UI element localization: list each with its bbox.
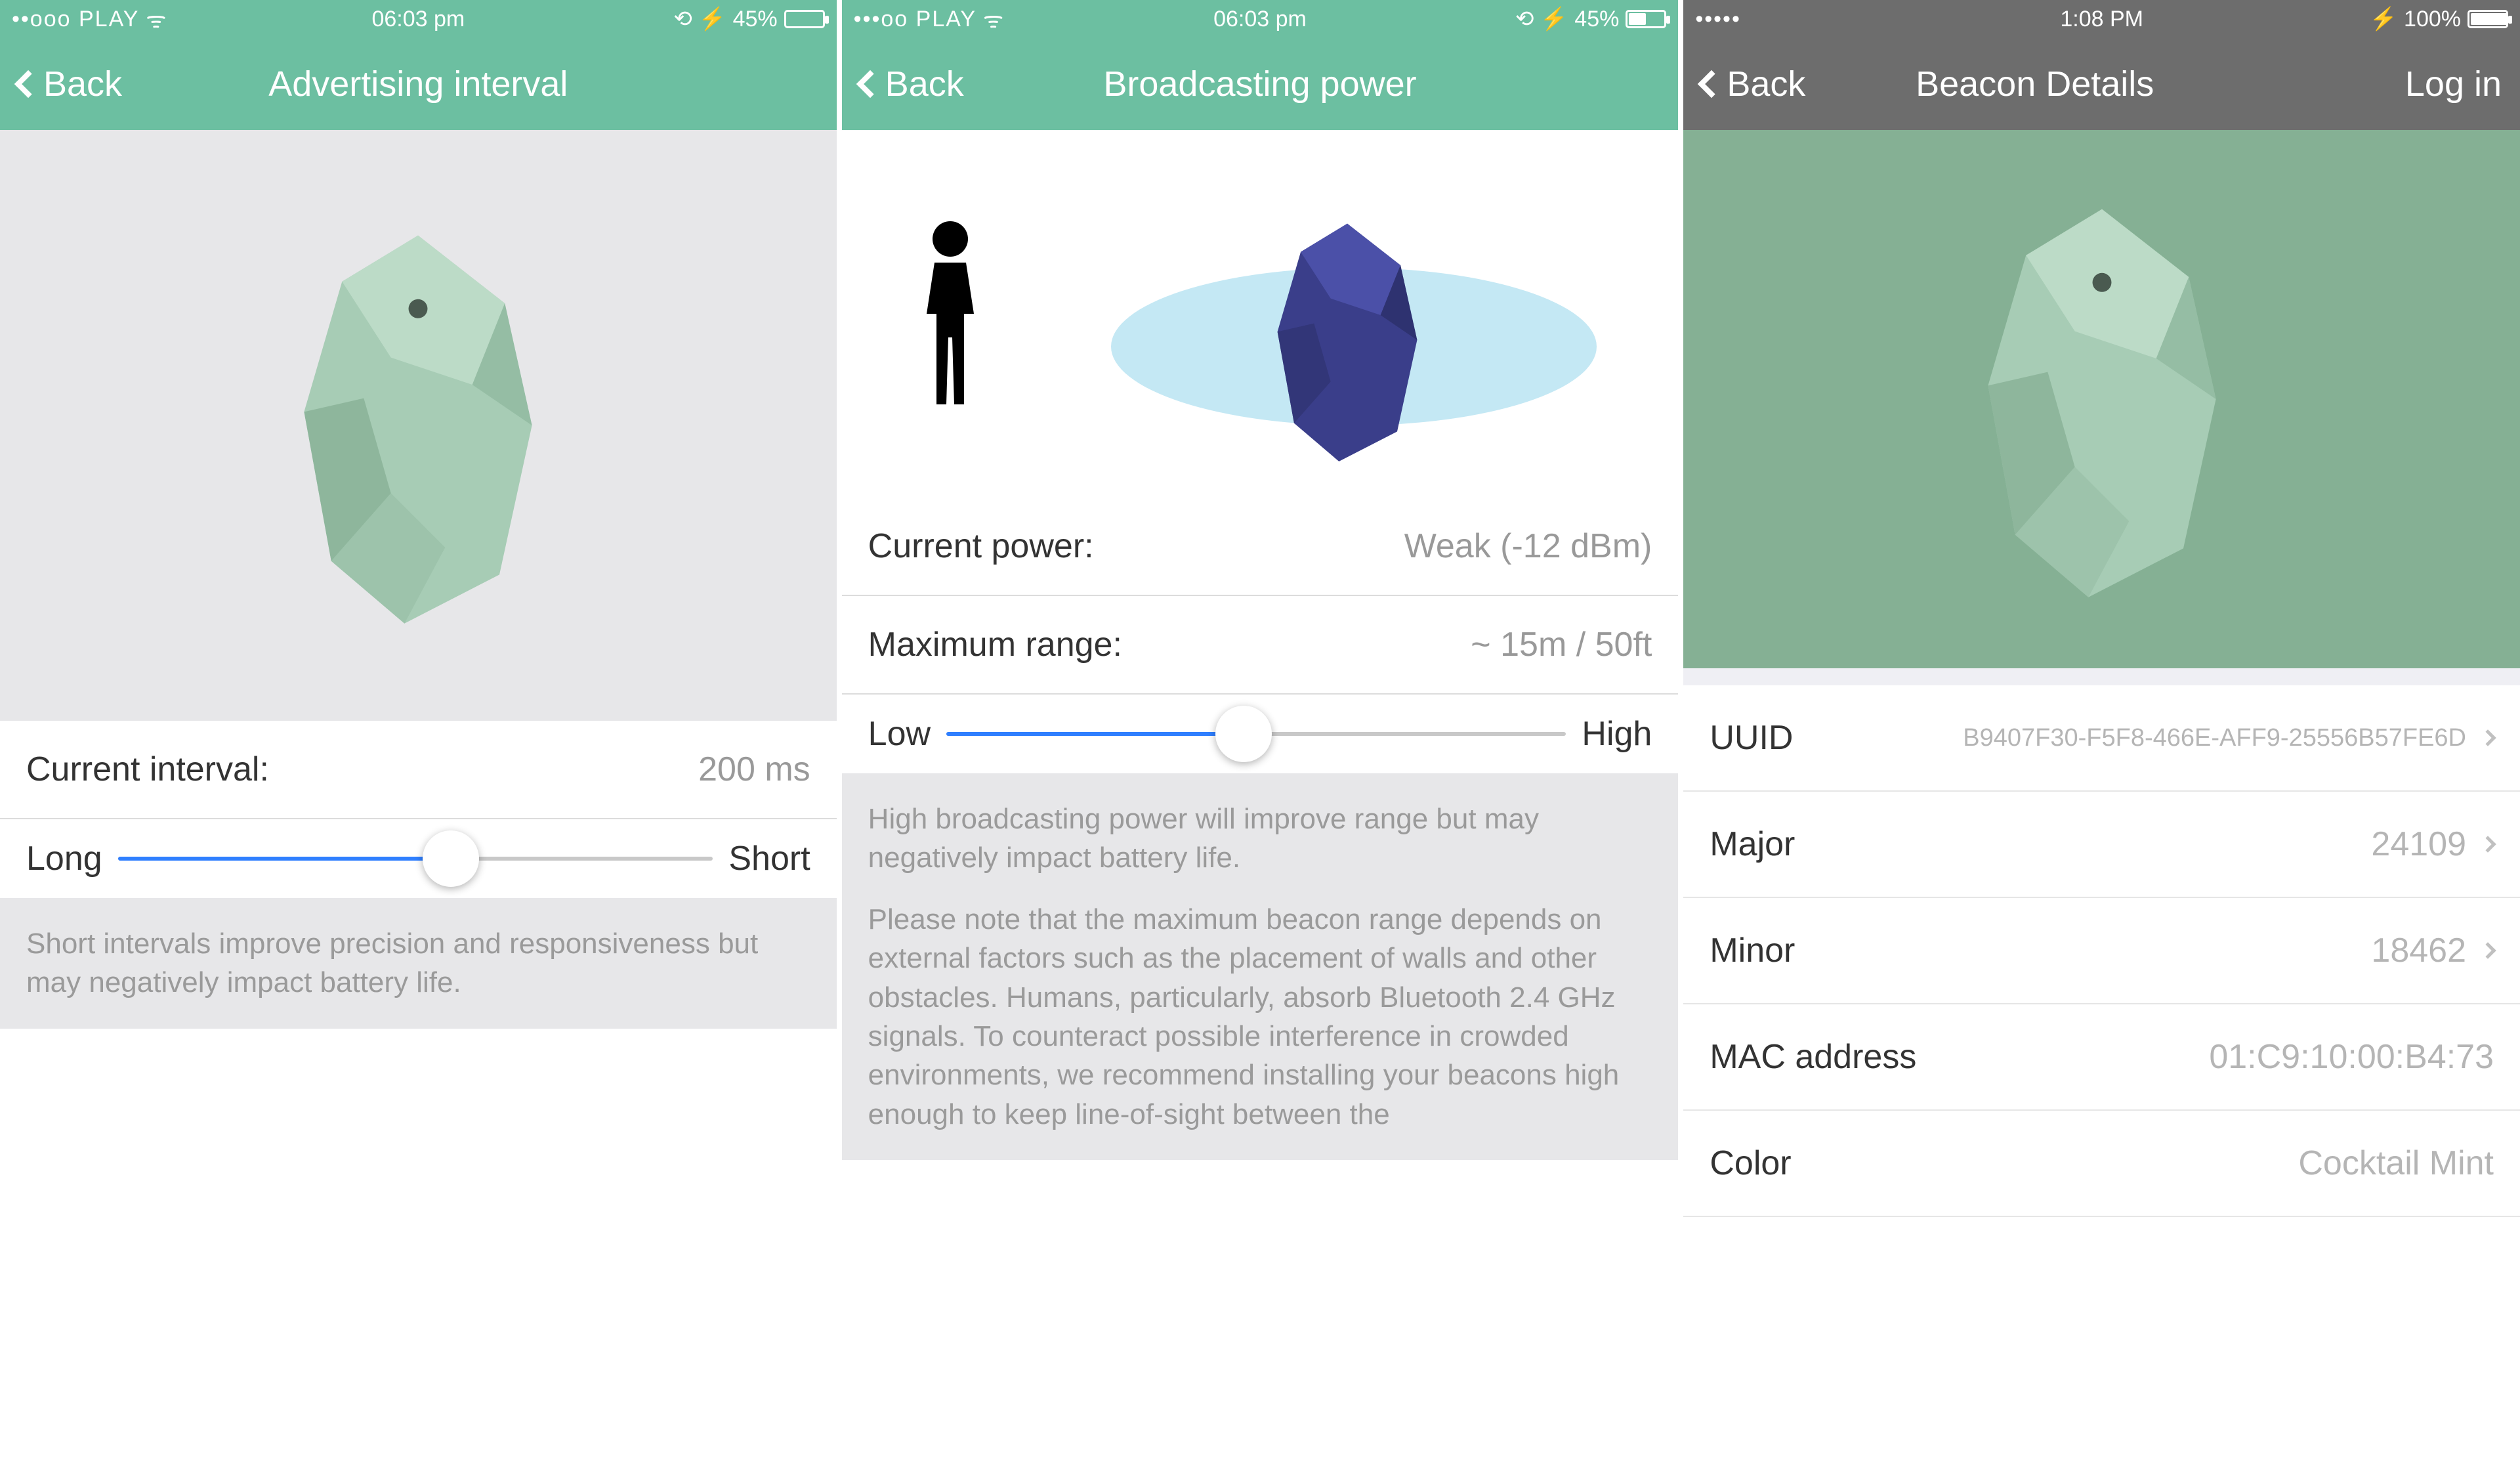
wifi-icon: ᯤ (983, 4, 1003, 34)
mac-value: 01:C9:10:00:B4:73 (2209, 1037, 2494, 1077)
nav-bar: Back Beacon Details Log in (1683, 38, 2520, 130)
section-spacer (1683, 668, 2520, 685)
help-text: Short intervals improve precision and re… (0, 898, 837, 1029)
chevron-left-icon (14, 70, 42, 98)
color-label: Color (1710, 1144, 1791, 1183)
current-power-label: Current power: (868, 526, 1094, 566)
status-bar: ••ooo PLAY ᯤ 06:03 pm ⟲ ⚡ 45% (0, 0, 837, 38)
chevron-right-icon (2479, 729, 2496, 746)
screen-advertising-interval: ••ooo PLAY ᯤ 06:03 pm ⟲ ⚡ 45% Back Adver… (0, 0, 837, 1458)
major-label: Major (1710, 825, 1795, 864)
interval-slider-row: Long Short (0, 819, 837, 898)
major-value: 24109 (2371, 825, 2466, 864)
status-bar: ••••• 1:08 PM ⚡ 100% (1683, 0, 2520, 38)
current-interval-row: Current interval: 200 ms (0, 721, 837, 819)
chevron-right-icon (2479, 836, 2496, 852)
color-row[interactable]: Color Cocktail Mint (1683, 1111, 2520, 1217)
status-extras-icon: ⟲ ⚡ (673, 6, 726, 32)
uuid-value: B9407F30-F5F8-466E-AFF9-25556B57FE6D (1963, 724, 2466, 752)
status-bar: •••oo PLAY ᯤ 06:03 pm ⟲ ⚡ 45% (842, 0, 1679, 38)
screen-beacon-details: ••••• 1:08 PM ⚡ 100% Back Beacon Details… (1683, 0, 2520, 1458)
battery-percent: 45% (733, 7, 778, 32)
current-interval-value: 200 ms (698, 750, 810, 789)
beacon-mint-icon (280, 222, 556, 629)
interval-slider[interactable] (118, 855, 713, 863)
status-extras-icon: ⟲ ⚡ (1515, 6, 1568, 32)
power-slider-row: Low High (842, 695, 1679, 773)
current-power-value: Weak (-12 dBm) (1404, 526, 1652, 566)
signal-icon: •••oo PLAY (854, 7, 976, 32)
back-button[interactable]: Back (860, 64, 964, 104)
screen-broadcasting-power: •••oo PLAY ᯤ 06:03 pm ⟲ ⚡ 45% Back Broad… (842, 0, 1679, 1458)
back-label: Back (885, 64, 964, 104)
login-button[interactable]: Log in (2405, 64, 2502, 104)
wifi-icon: ᯤ (146, 4, 166, 34)
current-power-row: Current power: Weak (-12 dBm) (842, 498, 1679, 596)
bluetooth-icon: ⚡ (2370, 6, 2397, 32)
back-label: Back (43, 64, 122, 104)
beacon-blue-icon (1262, 215, 1433, 465)
major-row[interactable]: Major 24109 (1683, 792, 2520, 898)
slider-min-label: Long (26, 839, 102, 878)
color-value: Cocktail Mint (2298, 1144, 2494, 1183)
signal-icon: ••••• (1695, 7, 1741, 32)
status-time: 1:08 PM (2060, 7, 2143, 32)
max-range-label: Maximum range: (868, 625, 1122, 664)
current-interval-label: Current interval: (26, 750, 269, 789)
battery-icon (2468, 10, 2508, 28)
battery-icon (784, 10, 825, 28)
status-time: 06:03 pm (1213, 7, 1307, 32)
chevron-left-icon (856, 70, 883, 98)
slider-thumb[interactable] (423, 830, 479, 887)
signal-icon: ••ooo PLAY (12, 7, 139, 32)
max-range-value: ~ 15m / 50ft (1471, 625, 1652, 664)
battery-percent: 100% (2404, 7, 2461, 32)
page-title: Advertising interval (268, 64, 568, 104)
back-button[interactable]: Back (18, 64, 122, 104)
status-time: 06:03 pm (371, 7, 465, 32)
uuid-label: UUID (1710, 718, 1793, 758)
slider-thumb[interactable] (1215, 706, 1272, 762)
beacon-hero (1683, 130, 2520, 668)
slider-max-label: Short (728, 839, 810, 878)
max-range-row: Maximum range: ~ 15m / 50ft (842, 596, 1679, 695)
help-text: High broadcasting power will improve ran… (842, 773, 1679, 1160)
nav-bar: Back Broadcasting power (842, 38, 1679, 130)
mac-label: MAC address (1710, 1037, 1916, 1077)
person-icon (908, 215, 993, 412)
page-title: Beacon Details (1916, 64, 2154, 104)
minor-label: Minor (1710, 931, 1795, 970)
chevron-right-icon (2479, 942, 2496, 958)
minor-row[interactable]: Minor 18462 (1683, 898, 2520, 1004)
beacon-hero (0, 130, 837, 721)
battery-icon (1626, 10, 1666, 28)
power-slider[interactable] (946, 730, 1566, 738)
beacon-mint-icon (1964, 196, 2240, 603)
back-label: Back (1727, 64, 1805, 104)
minor-value: 18462 (2371, 931, 2466, 970)
chevron-left-icon (1698, 70, 1725, 98)
slider-min-label: Low (868, 714, 931, 754)
mac-row[interactable]: MAC address 01:C9:10:00:B4:73 (1683, 1004, 2520, 1111)
power-hero (842, 130, 1679, 498)
battery-percent: 45% (1574, 7, 1619, 32)
back-button[interactable]: Back (1702, 64, 1805, 104)
nav-bar: Back Advertising interval (0, 38, 837, 130)
uuid-row[interactable]: UUID B9407F30-F5F8-466E-AFF9-25556B57FE6… (1683, 685, 2520, 792)
page-title: Broadcasting power (1103, 64, 1416, 104)
slider-max-label: High (1582, 714, 1652, 754)
